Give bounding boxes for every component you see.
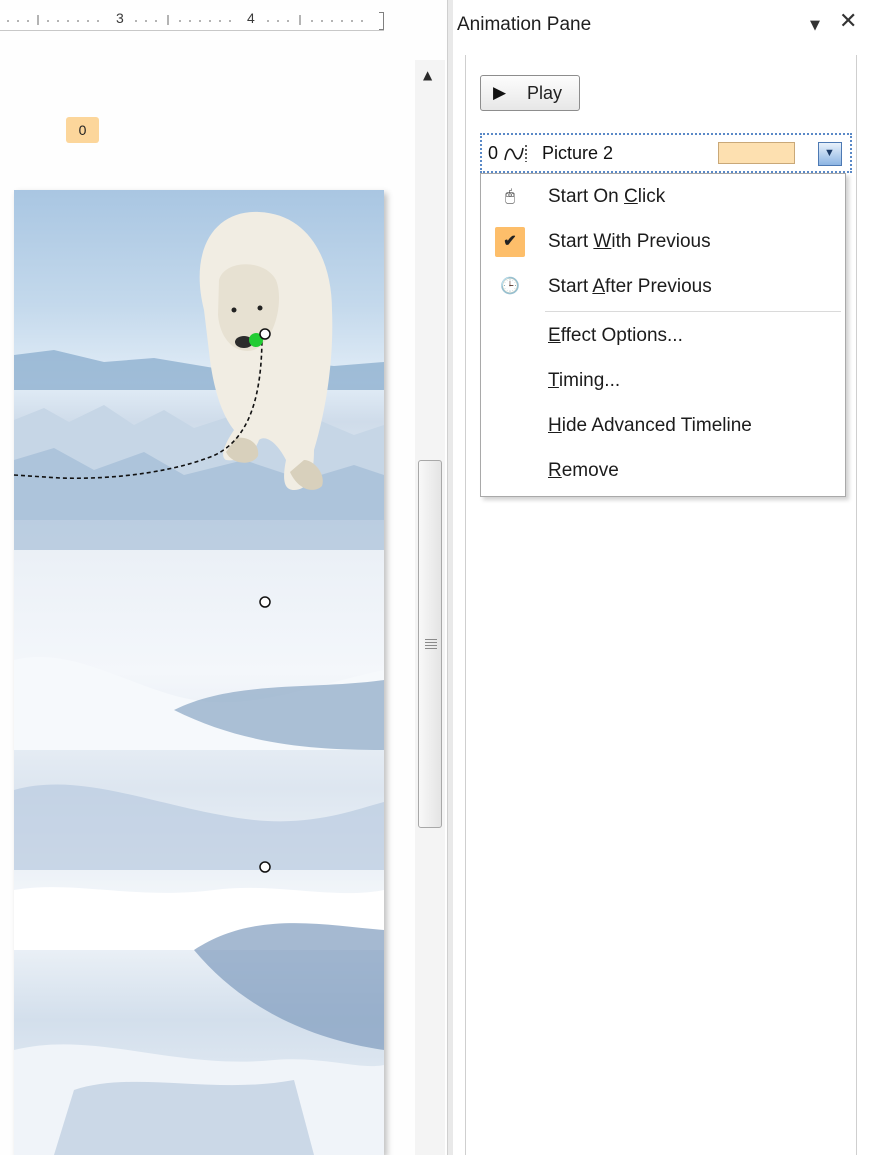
menu-item-label: Effect Options... [548,325,683,346]
timeline-bar[interactable] [718,142,795,164]
play-button[interactable]: ▶ Play [480,75,580,111]
motion-path-overlay[interactable] [0,0,447,1155]
menu-item-label: Hide Advanced Timeline [548,415,752,436]
clock-icon: 🕒 [500,278,520,295]
motion-path-icon [504,145,527,162]
item-dropdown-button[interactable]: ▼ [818,142,842,166]
play-label: Play [527,83,563,103]
path-handle-bottom [259,861,271,873]
animation-item-label: Picture 2 [542,143,614,163]
animation-list-item[interactable]: 0 Picture 2 ▼ [480,133,852,173]
menu-item-start-on-click[interactable]: 🖱 Start On Click [481,176,845,220]
menu-item-label: Start After Previous [548,276,712,297]
menu-item-start-with-previous[interactable]: ✔ Start With Previous [481,221,845,265]
menu-item-start-after-previous[interactable]: 🕒 Start After Previous [481,266,845,310]
menu-item-timing[interactable]: Timing... [481,360,845,404]
path-handle-middle [259,596,271,608]
animation-order: 0 [488,143,499,163]
close-icon[interactable]: ✕ [839,11,857,33]
mouse-click-icon: 🖱 [505,188,515,205]
menu-item-label: Remove [548,460,619,481]
play-triangle-icon: ▶ [493,83,507,102]
path-handle-top [259,328,271,340]
menu-item-label: Timing... [548,370,621,391]
triangle-down-icon[interactable]: ▼ [810,18,820,33]
scroll-up-arrow-icon[interactable]: ▲ [423,68,432,82]
menu-item-label: Start With Previous [548,231,711,252]
animation-pane: Animation Pane ▼ ✕ ▶ Play 0 Picture 2 ▼ … [453,0,873,1155]
checkmark-icon: ✔ [495,227,525,257]
pane-body: ▶ Play 0 Picture 2 ▼ 🖱 Start On Click ✔ … [465,55,857,1155]
pane-title: Animation Pane [457,14,592,35]
menu-item-hide-advanced-timeline[interactable]: Hide Advanced Timeline [481,405,845,449]
vertical-scrollbar[interactable]: ▲ [415,60,445,1155]
menu-item-label: Start On Click [548,186,666,207]
scroll-grip-icon [425,639,437,649]
animation-context-menu: 🖱 Start On Click ✔ Start With Previous 🕒… [480,173,846,497]
menu-separator [545,311,841,312]
menu-item-effect-options[interactable]: Effect Options... [481,315,845,359]
menu-item-remove[interactable]: Remove [481,450,845,494]
scroll-thumb[interactable] [418,460,442,828]
chevron-down-icon: ▼ [824,147,835,159]
slide-editor: 3 4 0 ▲ [0,0,447,1155]
